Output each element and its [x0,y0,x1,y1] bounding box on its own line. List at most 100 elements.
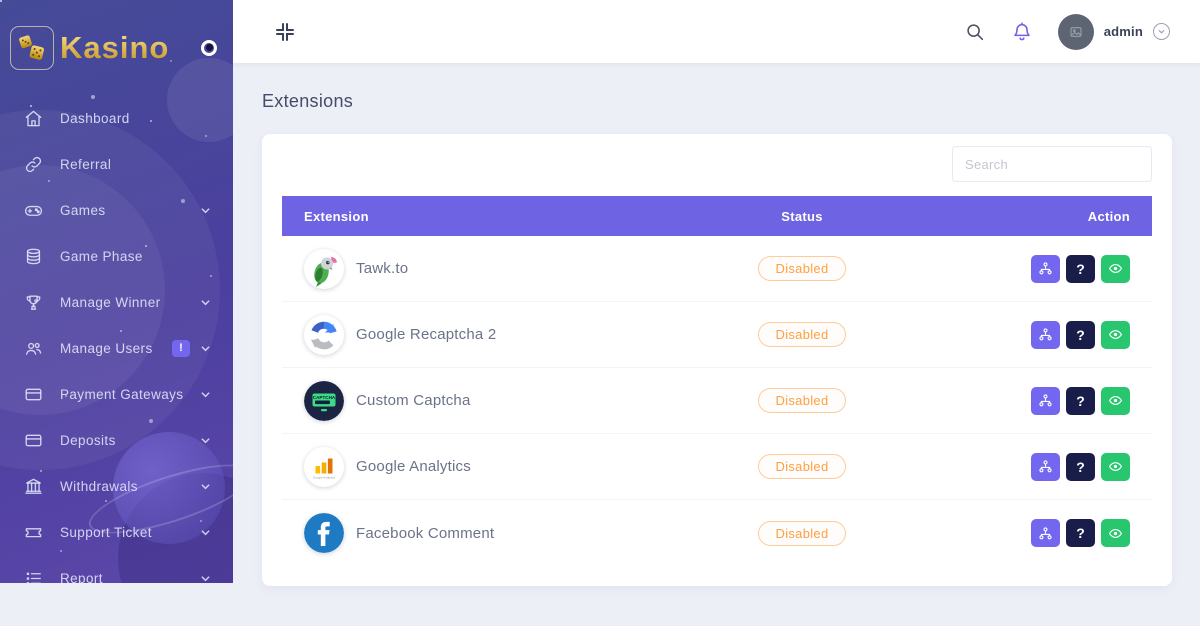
view-button[interactable] [1101,321,1130,349]
ticket-icon [24,523,43,542]
status-badge: Disabled [758,521,847,546]
captcha-logo: CAPTCHA [304,381,344,421]
status-badge: Disabled [758,388,847,413]
sidebar-item-referral[interactable]: Referral [0,141,233,187]
analytics-logo: Google Analytics [304,447,344,487]
sidebar-item-label: Payment Gateways [60,387,183,402]
user-menu[interactable]: admin [1058,14,1170,50]
dice-logo-icon [10,26,54,70]
chevron-down-icon [200,205,211,216]
configure-button[interactable] [1031,453,1060,481]
extension-name: Custom Captcha [356,392,471,409]
svg-text:Google Analytics: Google Analytics [313,475,336,479]
sidebar-item-support-ticket[interactable]: Support Ticket [0,509,233,555]
chevron-down-icon [200,343,211,354]
status-badge: Disabled [758,454,847,479]
table-row: Google Analytics Google Analytics Disabled… [282,434,1152,500]
sidebar: Kasino Dashboard Referral Games Game Phase M… [0,0,233,583]
link-icon [24,155,43,174]
extension-name: Google Recaptcha 2 [356,326,496,343]
facebook-logo [304,513,344,553]
extension-name: Tawk.to [356,260,408,277]
sidebar-item-game-phase[interactable]: Game Phase [0,233,233,279]
configure-button[interactable] [1031,519,1060,547]
configure-button[interactable] [1031,387,1060,415]
question-mark-icon: ? [1076,393,1085,409]
sidebar-item-label: Support Ticket [60,525,152,540]
view-button[interactable] [1101,519,1130,547]
sidebar-collapse-icon[interactable] [273,20,297,44]
page-title: Extensions [262,91,1172,112]
sidebar-toggle-button[interactable] [201,40,217,56]
brand-name: Kasino [60,30,169,66]
sidebar-item-label: Deposits [60,433,116,448]
view-button[interactable] [1101,453,1130,481]
topbar: admin [233,0,1200,63]
search-icon[interactable] [964,21,986,43]
notifications-bell-icon[interactable] [1011,21,1033,43]
chevron-down-icon [200,297,211,308]
question-mark-icon: ? [1076,261,1085,277]
brand-logo[interactable]: Kasino [0,0,233,95]
search-input[interactable] [952,146,1152,182]
users-icon [24,339,43,358]
table-row: CAPTCHA Custom Captcha Disabled? [282,368,1152,434]
sidebar-item-payment-gateways[interactable]: Payment Gateways [0,371,233,417]
sidebar-item-label: Manage Winner [60,295,161,310]
chevron-down-icon [200,435,211,446]
view-button[interactable] [1101,255,1130,283]
sidebar-item-withdrawals[interactable]: Withdrawals [0,463,233,509]
help-button[interactable]: ? [1066,255,1095,283]
status-badge: Disabled [758,322,847,347]
help-button[interactable]: ? [1066,387,1095,415]
sidebar-item-manage-winner[interactable]: Manage Winner [0,279,233,325]
report-icon [24,569,43,584]
question-mark-icon: ? [1076,327,1085,343]
extension-name: Facebook Comment [356,525,494,542]
sidebar-item-label: Withdrawals [60,479,138,494]
home-icon [24,109,43,128]
table-row: Facebook Comment Disabled? [282,500,1152,566]
question-mark-icon: ? [1076,459,1085,475]
sidebar-item-label: Dashboard [60,111,130,126]
sidebar-item-deposits[interactable]: Deposits [0,417,233,463]
gamepad-icon [24,201,43,220]
sidebar-item-label: Game Phase [60,249,143,264]
username-label: admin [1104,24,1143,39]
chevron-down-icon [1153,23,1170,40]
avatar [1058,14,1094,50]
help-button[interactable]: ? [1066,321,1095,349]
column-header-status: Status [662,209,942,224]
chevron-down-icon [200,527,211,538]
svg-text:CAPTCHA: CAPTCHA [313,395,336,400]
credit-card-icon [24,385,43,404]
sidebar-item-label: Manage Users [60,341,153,356]
sidebar-item-label: Games [60,203,106,218]
recaptcha-logo [304,315,344,355]
table-row: Tawk.to Disabled? [282,236,1152,302]
chevron-down-icon [200,573,211,584]
sidebar-item-label: Report [60,571,103,584]
configure-button[interactable] [1031,255,1060,283]
coins-icon [24,247,43,266]
extension-name: Google Analytics [356,458,471,475]
chevron-down-icon [200,389,211,400]
chevron-down-icon [200,481,211,492]
sidebar-item-games[interactable]: Games [0,187,233,233]
view-button[interactable] [1101,387,1130,415]
alert-badge: ! [172,340,190,357]
configure-button[interactable] [1031,321,1060,349]
credit-card-icon [24,431,43,450]
sidebar-item-label: Referral [60,157,111,172]
extensions-card: Extension Status Action Tawk.to Disabled?… [262,134,1172,586]
trophy-icon [24,293,43,312]
sidebar-item-dashboard[interactable]: Dashboard [0,95,233,141]
status-badge: Disabled [758,256,847,281]
table-header: Extension Status Action [282,196,1152,236]
sidebar-item-report[interactable]: Report [0,555,233,583]
sidebar-item-manage-users[interactable]: Manage Users! [0,325,233,371]
main-content: Extensions Extension Status Action Tawk.… [233,63,1200,626]
help-button[interactable]: ? [1066,453,1095,481]
help-button[interactable]: ? [1066,519,1095,547]
bank-icon [24,477,43,496]
